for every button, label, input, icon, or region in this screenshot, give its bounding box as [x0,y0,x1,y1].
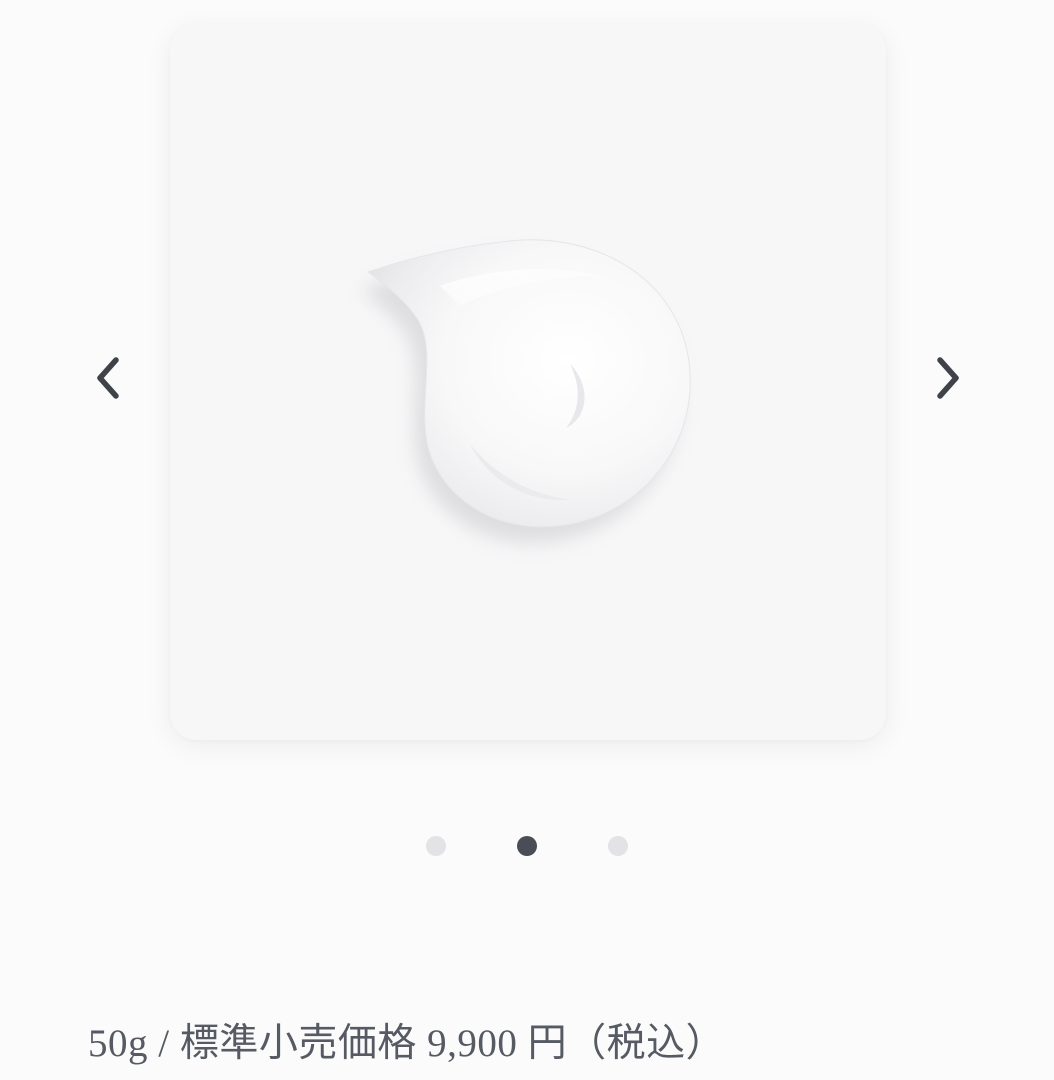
product-image-cream-swatch [361,239,691,543]
chevron-right-icon [937,357,959,399]
product-size-price: 50g / 標準小売価格 9,900 円（税込） [88,1022,726,1065]
carousel-pagination [0,834,1054,858]
carousel-next-button[interactable] [924,352,972,404]
carousel-dot-1[interactable] [426,836,446,856]
carousel-dot-2-active[interactable] [517,836,537,856]
chevron-left-icon [97,357,119,399]
product-page: 50g / 標準小売価格 9,900 円（税込） [0,0,1054,1080]
carousel-prev-button[interactable] [84,352,132,404]
product-image-carousel[interactable] [170,24,886,740]
carousel-dot-3[interactable] [608,836,628,856]
